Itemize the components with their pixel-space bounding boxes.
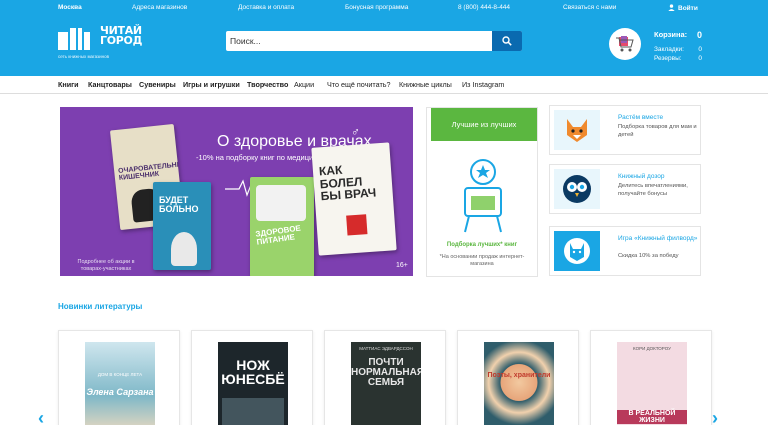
search-icon — [502, 36, 512, 46]
shopping-cart-icon — [616, 36, 634, 52]
bonus-link[interactable]: Бонусная программа — [345, 4, 408, 11]
login-button[interactable]: Войти — [668, 4, 698, 12]
best-of-best-block[interactable]: Лучшие из лучших Подборка лучших* книг *… — [426, 107, 538, 277]
best-header: Лучшие из лучших — [431, 108, 537, 141]
trophy-chair-icon — [464, 159, 502, 233]
book-cover: НОЖ ЮНЕСБЁ — [218, 342, 288, 425]
book-cover-title: НОЖ ЮНЕСБЁ — [221, 357, 285, 387]
cart-count: 0 — [696, 30, 702, 40]
book-cover: ДОМ В КОНЦЕ ЛЕТА Элена Сарзана — [85, 342, 155, 425]
best-note: *На основании продаж интернет-магазина — [439, 254, 525, 267]
promo-banner[interactable]: О здоровье и врачах -10% на подборку кни… — [60, 107, 413, 276]
cat-icon — [554, 231, 600, 271]
promo-desc: Подборка товаров для мам и детей — [618, 124, 697, 138]
book-cover-healthy-food: ЗДОРОВОЕ ПИТАНИЕ — [250, 177, 314, 276]
banner-subtitle: -10% на подборку книг по медицине — [196, 153, 322, 162]
best-caption: Подборка лучших* книг — [446, 242, 518, 248]
carousel-prev-icon[interactable]: ‹ — [38, 408, 44, 425]
promo-desc: Скидка 10% за победу — [618, 253, 679, 259]
book-card[interactable]: ДОМ В КОНЦЕ ЛЕТА Элена Сарзана — [58, 330, 180, 425]
nav-item-sales[interactable]: Акции — [294, 80, 314, 89]
logo-wordmark: ЧИТАЙ ГОРОД — [100, 25, 143, 47]
login-label: Войти — [678, 5, 698, 12]
search-bar — [226, 31, 522, 51]
book-cover: МАТТИАС ЭДВАРДССОН ПОЧТИ НОРМАЛЬНАЯ СЕМЬ… — [351, 342, 421, 425]
book-cover-title: Поэты, хранители — [487, 372, 551, 379]
book-card[interactable]: КОРИ ДОКТОРОУ В РЕАЛЬНОЙ ЖИЗНИ — [590, 330, 712, 425]
book-cover-title: ПОЧТИ НОРМАЛЬНАЯ СЕМЬЯ — [351, 357, 421, 388]
nav-item-creativity[interactable]: Творчество — [247, 80, 288, 89]
nav-item-books[interactable]: Книги — [58, 80, 79, 89]
delivery-link[interactable]: Доставка и оплата — [238, 4, 294, 11]
logo-line-2: ГОРОД — [100, 34, 143, 47]
nav-item-stationery[interactable]: Канцтовары — [88, 80, 132, 89]
nav-item-what-to-read[interactable]: Что ещё почитать? — [327, 80, 390, 89]
site-header: Москва Адреса магазинов Доставка и оплат… — [0, 0, 768, 76]
book-cover-pain: БУДЕТ БОЛЬНО — [153, 182, 211, 270]
nav-item-book-series[interactable]: Книжные циклы — [399, 80, 452, 89]
book-title-pain: БУДЕТ БОЛЬНО — [159, 195, 199, 215]
book-card[interactable]: МАТТИАС ЭДВАРДССОН ПОЧТИ НОРМАЛЬНАЯ СЕМЬ… — [324, 330, 446, 425]
city-selector[interactable]: Москва — [58, 4, 82, 11]
nav-item-games[interactable]: Игры и игрушки — [183, 80, 240, 89]
user-icon — [668, 4, 675, 11]
logo-mark-icon — [58, 28, 90, 50]
book-cover-title: В РЕАЛЬНОЙ ЖИЗНИ — [617, 410, 687, 424]
promo-title: Игра «Книжный филворд» — [618, 235, 698, 242]
book-title-healthy-food: ЗДОРОВОЕ ПИТАНИЕ — [254, 223, 302, 248]
banner-note: Подробнее об акции в товарах-участниках — [77, 259, 135, 272]
book-title-gut: ОЧАРОВАТЕЛЬНЫЙ КИШЕЧНИК — [117, 160, 185, 183]
owl-icon — [554, 169, 600, 209]
book-cover-title: Элена Сарзана — [86, 387, 154, 397]
bookmarks-label: Закладки: — [654, 46, 684, 53]
book-title-doctor: КАК БОЛЕЛ БЫ ВРАЧ — [318, 162, 377, 204]
stores-link[interactable]: Адреса магазинов — [132, 4, 187, 11]
book-card[interactable]: Поэты, хранители — [457, 330, 579, 425]
logo-tagline: сеть книжных магазинов — [58, 54, 110, 59]
promo-desc: Делитесь впечатлениями, получайте бонусы — [618, 183, 688, 197]
promo-card-wordsearch[interactable]: Игра «Книжный филворд» Скидка 10% за поб… — [549, 226, 701, 276]
bookmarks-count: 0 — [698, 46, 702, 53]
top-bar: Москва Адреса магазинов Доставка и оплат… — [0, 0, 768, 14]
book-cover-subtitle: ДОМ В КОНЦЕ ЛЕТА — [97, 372, 143, 377]
book-cover-doctor: КАК БОЛЕЛ БЫ ВРАЧ — [311, 142, 397, 256]
new-books-title: Новинки литературы — [58, 302, 143, 311]
book-cover: КОРИ ДОКТОРОУ В РЕАЛЬНОЙ ЖИЗНИ — [617, 342, 687, 425]
book-card[interactable]: НОЖ ЮНЕСБЁ — [191, 330, 313, 425]
reserves-label: Резервы: — [654, 55, 682, 62]
book-cover-subtitle: МАТТИАС ЭДВАРДССОН — [359, 346, 413, 351]
search-button[interactable] — [492, 31, 522, 51]
carousel-next-icon[interactable]: › — [712, 408, 718, 425]
main-nav: Книги Канцтовары Сувениры Игры и игрушки… — [0, 76, 768, 94]
age-rating-badge: 16+ — [396, 262, 408, 269]
promo-card-book-patrol[interactable]: Книжный дозор Делитесь впечатлениями, по… — [549, 164, 701, 214]
book-cover-subtitle: КОРИ ДОКТОРОУ — [633, 346, 671, 351]
male-symbol-icon: ♂ — [351, 125, 360, 139]
cart-label: Корзина: — [654, 30, 688, 39]
promo-card-grow-together[interactable]: Растём вместе Подборка товаров для мам и… — [549, 105, 701, 155]
book-cover: Поэты, хранители — [484, 342, 554, 425]
nav-item-instagram[interactable]: Из Instagram — [462, 80, 504, 89]
cart-summary[interactable]: Корзина: 0 Закладки: 0 Резервы: 0 — [654, 30, 702, 64]
promo-title: Растём вместе — [618, 114, 664, 121]
cart-icon[interactable] — [609, 28, 641, 60]
search-input[interactable] — [226, 31, 492, 51]
site-logo[interactable]: ЧИТАЙ ГОРОД сеть книжных магазинов — [58, 25, 142, 59]
reserves-count: 0 — [698, 55, 702, 62]
promo-title: Книжный дозор — [618, 173, 665, 180]
phone-number[interactable]: 8 (800) 444-8-444 — [458, 4, 510, 11]
fox-icon — [554, 110, 600, 150]
nav-item-souvenirs[interactable]: Сувениры — [139, 80, 176, 89]
contact-link[interactable]: Связаться с нами — [563, 4, 616, 11]
